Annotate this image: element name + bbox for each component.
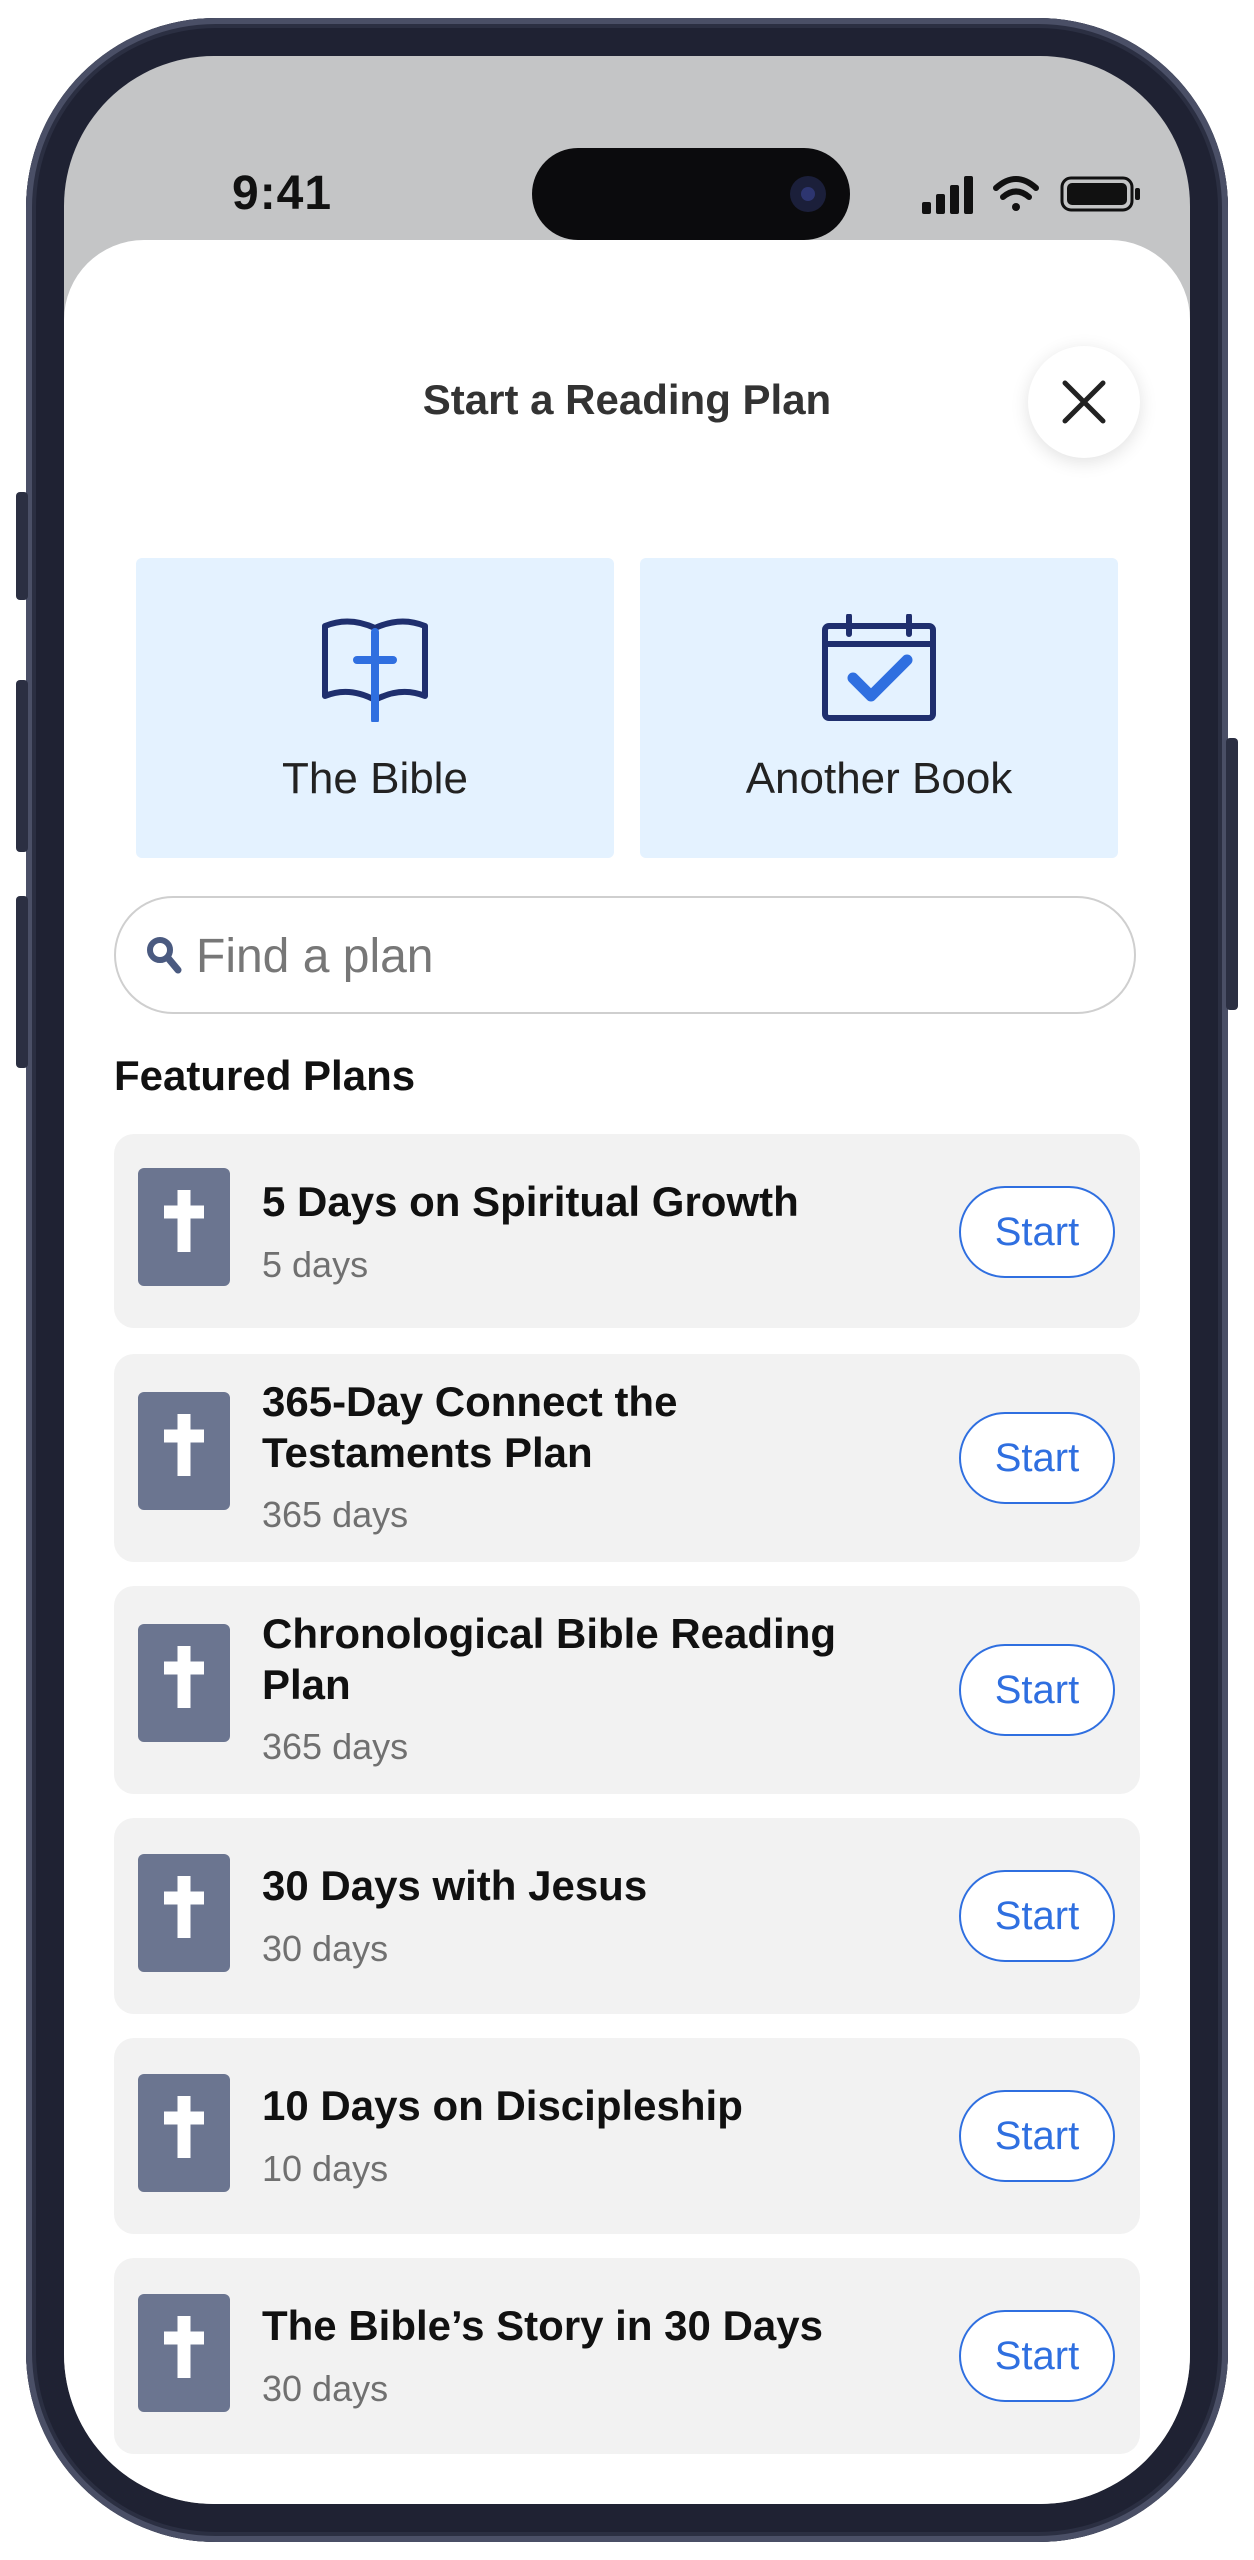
volume-down-button bbox=[16, 896, 28, 1068]
option-another-book[interactable]: Another Book bbox=[640, 558, 1118, 858]
start-button[interactable]: Start bbox=[959, 1870, 1115, 1962]
plan-card[interactable]: 5 Days on Spiritual Growth 5 days Start bbox=[114, 1134, 1140, 1328]
option-the-bible[interactable]: The Bible bbox=[136, 558, 614, 858]
plan-duration: 30 days bbox=[262, 1928, 389, 1969]
plan-duration: 365 days bbox=[262, 1726, 409, 1767]
screen: 9:41 Start a Reading Plan The Bible Anot… bbox=[64, 56, 1190, 2504]
dynamic-island bbox=[532, 148, 850, 240]
search-box[interactable] bbox=[114, 896, 1136, 1014]
search-icon bbox=[147, 937, 182, 974]
volume-up-button bbox=[16, 680, 28, 852]
plan-card[interactable]: 10 Days on Discipleship 10 days Start bbox=[114, 2038, 1140, 2234]
search-input[interactable] bbox=[194, 920, 1098, 992]
plan-duration: 10 days bbox=[262, 2148, 389, 2189]
plan-card[interactable]: 30 Days with Jesus 30 days Start bbox=[114, 1818, 1140, 2014]
cellular-signal-icon bbox=[922, 176, 973, 214]
calendar-check-icon bbox=[822, 614, 936, 721]
open-bible-icon bbox=[322, 618, 428, 722]
plan-title: 365-Day Connect the Testaments Plan bbox=[262, 1378, 678, 1476]
plan-title: Chronological Bible Reading Plan bbox=[262, 1610, 837, 1708]
plan-title: 5 Days on Spiritual Growth bbox=[262, 1178, 799, 1225]
start-button[interactable]: Start bbox=[959, 2090, 1115, 2182]
status-time: 9:41 bbox=[232, 167, 333, 220]
option-label: The Bible bbox=[282, 754, 468, 803]
plan-duration: 5 days bbox=[262, 1244, 369, 1285]
option-label: Another Book bbox=[745, 754, 1013, 803]
bible-book-icon bbox=[138, 2294, 230, 2412]
reading-plan-sheet: Start a Reading Plan The Bible Another B… bbox=[64, 240, 1190, 2504]
start-button[interactable]: Start bbox=[959, 2310, 1115, 2402]
bible-book-icon bbox=[138, 1624, 230, 1742]
featured-plans-heading: Featured Plans bbox=[114, 1052, 416, 1099]
plan-title: The Bible’s Story in 30 Days bbox=[262, 2302, 823, 2349]
plan-card[interactable]: 365-Day Connect the Testaments Plan 365 … bbox=[114, 1354, 1140, 1562]
power-button bbox=[1226, 738, 1238, 1010]
bible-book-icon bbox=[138, 1168, 230, 1286]
wifi-icon bbox=[993, 176, 1039, 211]
sheet-title: Start a Reading Plan bbox=[422, 376, 832, 423]
start-button[interactable]: Start bbox=[959, 1644, 1115, 1736]
start-button[interactable]: Start bbox=[959, 1412, 1115, 1504]
plan-card[interactable]: The Bible’s Story in 30 Days 30 days Sta… bbox=[114, 2258, 1140, 2454]
bible-book-icon bbox=[138, 1392, 230, 1510]
camera-icon bbox=[790, 176, 826, 212]
start-button[interactable]: Start bbox=[959, 1186, 1115, 1278]
bible-book-icon bbox=[138, 1854, 230, 1972]
bible-book-icon bbox=[138, 2074, 230, 2192]
close-button[interactable] bbox=[1028, 346, 1140, 458]
action-button bbox=[16, 492, 28, 600]
plan-duration: 30 days bbox=[262, 2368, 389, 2409]
plan-title: 10 Days on Discipleship bbox=[262, 2082, 743, 2129]
status-icons bbox=[922, 172, 1152, 216]
close-icon bbox=[1062, 380, 1106, 424]
plan-title: 30 Days with Jesus bbox=[262, 1862, 648, 1909]
plan-card[interactable]: Chronological Bible Reading Plan 365 day… bbox=[114, 1586, 1140, 1794]
plan-duration: 365 days bbox=[262, 1494, 409, 1535]
battery-icon bbox=[1060, 176, 1140, 212]
